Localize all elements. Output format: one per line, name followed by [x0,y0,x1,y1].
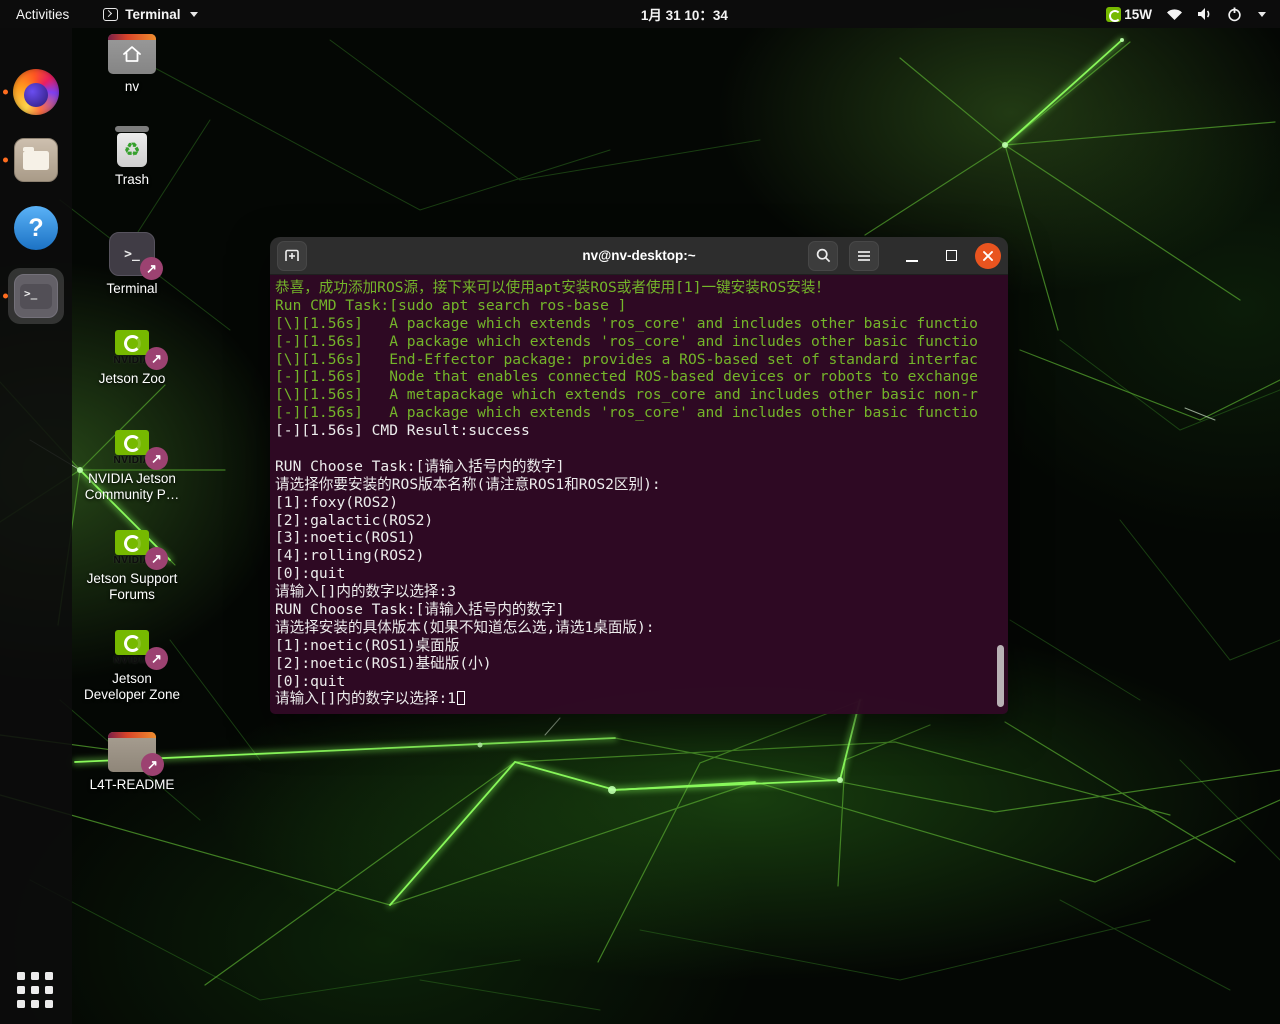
chevron-down-icon [190,12,198,17]
link-arrow-icon: ↗ [145,347,168,370]
terminal-line-20: [1]:noetic(ROS1)桌面版 [275,637,1004,655]
terminal-line-8: [-][1.56s] CMD Result:success [275,422,1004,440]
desktop-icon-nv[interactable]: nv [80,34,184,95]
terminal-line-15: [4]:rolling(ROS2) [275,547,1004,565]
desktop-icon-trash[interactable]: ♻ Trash [80,126,184,188]
terminal-line-12: [1]:foxy(ROS2) [275,494,1004,512]
dock: ? >_ [0,28,72,1024]
desktop-icon-jetson-support-forums[interactable]: NVIDIA ↗ Jetson Support Forums [80,530,184,603]
terminal-window: nv@nv-desktop:~ [270,237,1008,714]
show-applications-button[interactable] [17,972,55,1010]
power-icon [1227,7,1242,22]
desktop-icon-jetson-zoo[interactable]: NVIDIA ↗ Jetson Zoo [80,330,184,387]
terminal-output[interactable]: 恭喜，成功添加ROS源，接下来可以使用apt安装ROS或者使用[1]一键安装RO… [270,275,1008,714]
close-button[interactable] [975,243,1001,269]
link-arrow-icon: ↗ [145,547,168,570]
volume-icon [1197,7,1213,21]
help-icon: ? [14,206,58,250]
terminal-line-6: [\][1.56s] A metapackage which extends r… [275,386,1004,404]
maximize-button[interactable] [936,241,966,271]
desktop-icon-jetson-developer-zone[interactable]: NVIDIA ↗ Jetson Developer Zone [80,630,184,703]
activities-button[interactable]: Activities [12,7,73,22]
recycle-icon: ♻ [117,133,147,167]
terminal-line-2: [\][1.56s] A package which extends 'ros_… [275,315,1004,333]
terminal-line-17: 请输入[]内的数字以选择:3 [275,583,1004,601]
power-mode-label: 15W [1124,7,1152,22]
desktop-icon-label: Jetson Zoo [99,371,166,387]
terminal-line-1: Run CMD Task:[sudo apt search ros-base ] [275,297,1004,315]
terminal-line-3: [-][1.56s] A package which extends 'ros_… [275,333,1004,351]
dock-item-firefox[interactable] [0,64,72,120]
terminal-line-10: RUN Choose Task:[请输入括号内的数字] [275,458,1004,476]
running-indicator [3,158,8,163]
minimize-icon [906,250,918,262]
new-tab-button[interactable] [277,241,307,271]
desktop-icon-label: Trash [115,172,149,188]
top-bar: Activities Terminal 1月 31 10：34 15W [0,0,1280,28]
link-arrow-icon: ↗ [140,257,163,280]
link-arrow-icon: ↗ [145,647,168,670]
hamburger-icon [857,250,871,262]
terminal-line-0: 恭喜，成功添加ROS源，接下来可以使用apt安装ROS或者使用[1]一键安装RO… [275,279,1004,297]
dock-item-files[interactable] [0,132,72,188]
desktop-icon-label: L4T-README [90,777,175,793]
terminal-app-icon [103,8,118,21]
desktop-icon-label: NVIDIA Jetson Community P… [80,471,184,503]
terminal-line-13: [2]:galactic(ROS2) [275,512,1004,530]
firefox-icon [13,69,59,115]
desktop-icon-label: Terminal [106,281,157,297]
search-button[interactable] [808,241,838,271]
dock-item-terminal[interactable]: >_ [0,268,72,324]
menu-button[interactable] [849,241,879,271]
trash-icon: ♻ [109,126,155,167]
app-menu[interactable]: Terminal [103,7,197,22]
nvidia-icon [1106,7,1121,22]
wifi-icon [1166,8,1183,21]
terminal-scrollbar-thumb[interactable] [997,645,1004,707]
terminal-line-11: 请选择你要安装的ROS版本名称(请注意ROS1和ROS2区别): [275,476,1004,494]
power-mode-indicator: 15W [1106,7,1152,22]
files-icon [14,138,58,182]
desktop-icon-label: Jetson Support Forums [80,571,184,603]
active-app-highlight [8,268,64,324]
terminal-line-7: [-][1.56s] A package which extends 'ros_… [275,404,1004,422]
link-arrow-icon: ↗ [141,753,164,776]
desktop-icon-label: Jetson Developer Zone [80,671,184,703]
terminal-line-4: [\][1.56s] End-Effector package: provide… [275,351,1004,369]
terminal-line-5: [-][1.56s] Node that enables connected R… [275,368,1004,386]
maximize-icon [946,250,957,261]
terminal-cursor [457,691,465,705]
minimize-button[interactable] [897,241,927,271]
home-folder-icon [108,34,156,74]
link-arrow-icon: ↗ [145,447,168,470]
terminal-line-23: 请输入[]内的数字以选择:1 [275,690,1004,708]
terminal-line-16: [0]:quit [275,565,1004,583]
search-icon [816,248,831,263]
close-icon [982,250,994,262]
desktop-icon-l4t-readme[interactable]: ↗ L4T-README [80,732,184,793]
terminal-line-18: RUN Choose Task:[请输入括号内的数字] [275,601,1004,619]
terminal-line-19: 请选择安装的具体版本(如果不知道怎么选,请选1桌面版): [275,619,1004,637]
dock-item-help[interactable]: ? [0,200,72,256]
desktop-icon-label: nv [125,79,139,95]
terminal-line-14: [3]:noetic(ROS1) [275,529,1004,547]
chevron-down-icon [1258,12,1266,17]
running-indicator [3,294,8,299]
terminal-line-21: [2]:noetic(ROS1)基础版(小) [275,655,1004,673]
terminal-line-9 [275,440,1004,458]
clock[interactable]: 1月 31 10：34 [641,4,728,24]
desktop-icon-terminal[interactable]: >_ ↗ Terminal [80,232,184,297]
running-indicator [3,90,8,95]
terminal-line-22: [0]:quit [275,673,1004,691]
system-tray[interactable]: 15W [1106,7,1280,22]
app-menu-label: Terminal [125,7,180,22]
terminal-titlebar[interactable]: nv@nv-desktop:~ [270,237,1008,275]
desktop-icon-nvidia-jetson-community[interactable]: NVIDIA ↗ NVIDIA Jetson Community P… [80,430,184,503]
